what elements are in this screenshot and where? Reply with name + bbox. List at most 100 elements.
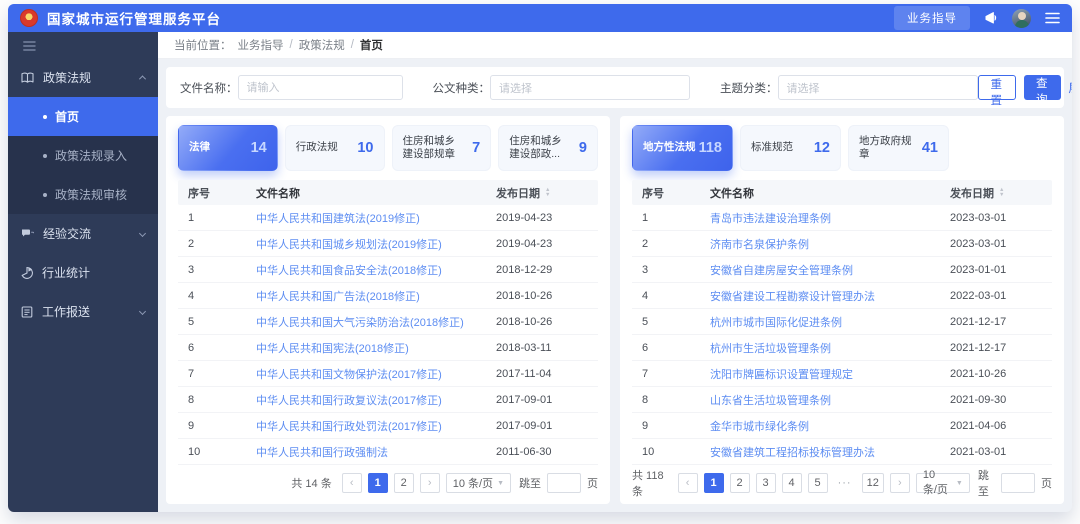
page-number-button[interactable]: 12 <box>861 473 884 493</box>
row-index: 9 <box>642 419 649 432</box>
row-index: 8 <box>642 393 649 406</box>
tab[interactable]: 地方政府规章 41 <box>848 125 949 171</box>
page-number-button[interactable]: 2 <box>729 473 750 493</box>
jump-page-input[interactable] <box>1001 473 1035 493</box>
publish-date: 2018-10-26 <box>496 315 553 328</box>
page-number-button[interactable]: 1 <box>367 473 388 493</box>
sidebar-item-policy-regulations[interactable]: 政策法规 <box>8 58 158 97</box>
business-guide-button[interactable]: 业务指导 <box>894 6 970 30</box>
table-row: 5 中华人民共和国大气污染防治法(2018修正) 2018-10-26 <box>178 309 598 335</box>
total-count: 共 118 条 <box>632 470 664 498</box>
document-link[interactable]: 安徽省建设工程勘察设计管理办法 <box>710 288 950 304</box>
pie-chart-icon <box>21 266 33 279</box>
document-link[interactable]: 中华人民共和国宪法(2018修正) <box>256 340 496 356</box>
page-number-button[interactable]: 5 <box>807 473 828 493</box>
page-number-button[interactable]: 1 <box>703 473 724 493</box>
sidebar-item-industry-statistics[interactable]: 行业统计 <box>8 253 158 292</box>
table-header: 序号 文件名称 发布日期 ▲ ▼ <box>632 180 1052 205</box>
table-header: 序号 文件名称 发布日期 ▲ ▼ <box>178 180 598 205</box>
bullet-icon <box>43 153 47 158</box>
query-button[interactable]: 查 询 <box>1024 75 1061 106</box>
tab-label: 标准规范 <box>751 141 793 154</box>
tab[interactable]: 法律 14 <box>178 125 278 171</box>
breadcrumb-item[interactable]: 业务指导 <box>238 37 284 53</box>
publish-date: 2023-03-01 <box>950 211 1007 224</box>
sort-publish-date[interactable]: 发布日期 ▲ ▼ <box>496 185 588 201</box>
topic-category-select[interactable]: 请选择 <box>777 75 978 100</box>
prev-page-button[interactable]: ‹ <box>677 473 698 493</box>
document-link[interactable]: 杭州市生活垃圾管理条例 <box>710 340 950 356</box>
document-link[interactable]: 中华人民共和国行政复议法(2017修正) <box>256 392 496 408</box>
document-link[interactable]: 济南市名泉保护条例 <box>710 236 950 252</box>
document-link[interactable]: 安徽省自建房屋安全管理条例 <box>710 262 950 278</box>
table-row: 3 安徽省自建房屋安全管理条例 2023-01-01 <box>632 257 1052 283</box>
tab-count: 7 <box>472 140 481 156</box>
sort-icon: ▲ ▼ <box>545 187 551 198</box>
row-index: 5 <box>188 315 195 328</box>
publish-date: 2021-12-17 <box>950 315 1007 328</box>
document-link[interactable]: 青岛市违法建设治理条例 <box>710 210 950 226</box>
tab-count: 9 <box>578 140 587 156</box>
page-numbers: 1 2 3 4 5 ··· 12 <box>703 473 884 493</box>
next-page-button[interactable]: › <box>419 473 440 493</box>
document-link[interactable]: 中华人民共和国文物保护法(2017修正) <box>256 366 496 382</box>
document-link[interactable]: 山东省生活垃圾管理条例 <box>710 392 950 408</box>
tab[interactable]: 标准规范 12 <box>740 125 841 171</box>
page-number-button[interactable]: 4 <box>781 473 802 493</box>
sidebar-item-policy-entry[interactable]: 政策法规录入 <box>8 136 158 175</box>
sort-icon: ▲ ▼ <box>999 187 1005 198</box>
expand-link[interactable]: 展开 > <box>1069 80 1073 96</box>
file-name-input[interactable] <box>237 75 403 100</box>
document-link[interactable]: 中华人民共和国食品安全法(2018修正) <box>256 262 496 278</box>
tab-count: 41 <box>921 140 938 156</box>
menu-list-icon[interactable] <box>1045 12 1060 24</box>
jump-page-input[interactable] <box>547 473 581 493</box>
document-link[interactable]: 金华市城市绿化条例 <box>710 418 950 434</box>
tab-label: 地方政府规章 <box>859 134 912 160</box>
sidebar-item-policy-review[interactable]: 政策法规审核 <box>8 175 158 214</box>
publish-date: 2018-12-29 <box>496 263 553 276</box>
sidebar-item-work-report[interactable]: 工作报送 <box>8 292 158 331</box>
tab[interactable]: 行政法规 10 <box>284 125 385 171</box>
row-index: 4 <box>642 289 649 302</box>
table-row: 7 中华人民共和国文物保护法(2017修正) 2017-11-04 <box>178 361 598 387</box>
page-unit-label: 页 <box>1041 478 1052 490</box>
document-link[interactable]: 中华人民共和国大气污染防治法(2018修正) <box>256 314 496 330</box>
page-size-select[interactable]: 10 条/页 ▼ <box>915 469 970 496</box>
document-link[interactable]: 沈阳市牌匾标识设置管理规定 <box>710 366 950 382</box>
breadcrumb-item[interactable]: 政策法规 <box>299 37 345 53</box>
page-size-select[interactable]: 10 条/页 ▼ <box>445 473 511 493</box>
row-index: 6 <box>188 341 195 354</box>
tab-count: 12 <box>813 140 830 156</box>
reset-button[interactable]: 重 置 <box>977 75 1016 107</box>
announcement-icon[interactable] <box>984 11 998 25</box>
tab[interactable]: 住房和城乡建设部政... 9 <box>498 125 598 171</box>
app-title: 国家城市运行管理服务平台 <box>47 12 221 27</box>
doc-type-select[interactable]: 请选择 <box>490 75 690 100</box>
document-link[interactable]: 中华人民共和国城乡规划法(2019修正) <box>256 236 496 252</box>
document-link[interactable]: 杭州市城市国际化促进条例 <box>710 314 950 330</box>
breadcrumb-prefix: 当前位置： <box>174 40 232 52</box>
sidebar-item-home[interactable]: 首页 <box>8 97 158 136</box>
page-number-button[interactable]: 3 <box>755 473 776 493</box>
sort-publish-date[interactable]: 发布日期 ▲ ▼ <box>950 185 1042 201</box>
page-number-button[interactable]: 2 <box>393 473 414 493</box>
document-link[interactable]: 中华人民共和国行政处罚法(2017修正) <box>256 418 496 434</box>
row-index: 5 <box>642 315 649 328</box>
document-link[interactable]: 中华人民共和国建筑法(2019修正) <box>256 210 496 226</box>
user-avatar[interactable] <box>1012 8 1031 28</box>
prev-page-button[interactable]: ‹ <box>341 473 362 493</box>
next-page-button[interactable]: › <box>889 473 910 493</box>
document-link[interactable]: 中华人民共和国行政强制法 <box>256 444 496 460</box>
tab[interactable]: 住房和城乡建设部规章 7 <box>391 125 492 171</box>
document-link[interactable]: 中华人民共和国广告法(2018修正) <box>256 288 496 304</box>
sidebar-collapse-icon[interactable] <box>23 41 143 51</box>
chevron-down-icon <box>138 307 147 316</box>
table-row: 10 安徽省建筑工程招标投标管理办法 2021-03-01 <box>632 439 1052 465</box>
document-link[interactable]: 安徽省建筑工程招标投标管理办法 <box>710 444 950 460</box>
topic-category-label: 主题分类： <box>720 82 778 95</box>
sidebar-item-experience-exchange[interactable]: 经验交流 <box>8 214 158 253</box>
row-index: 7 <box>188 367 195 380</box>
tab[interactable]: 地方性法规 118 <box>632 125 733 171</box>
policy-submenu: 首页 政策法规录入 政策法规审核 <box>8 97 158 214</box>
